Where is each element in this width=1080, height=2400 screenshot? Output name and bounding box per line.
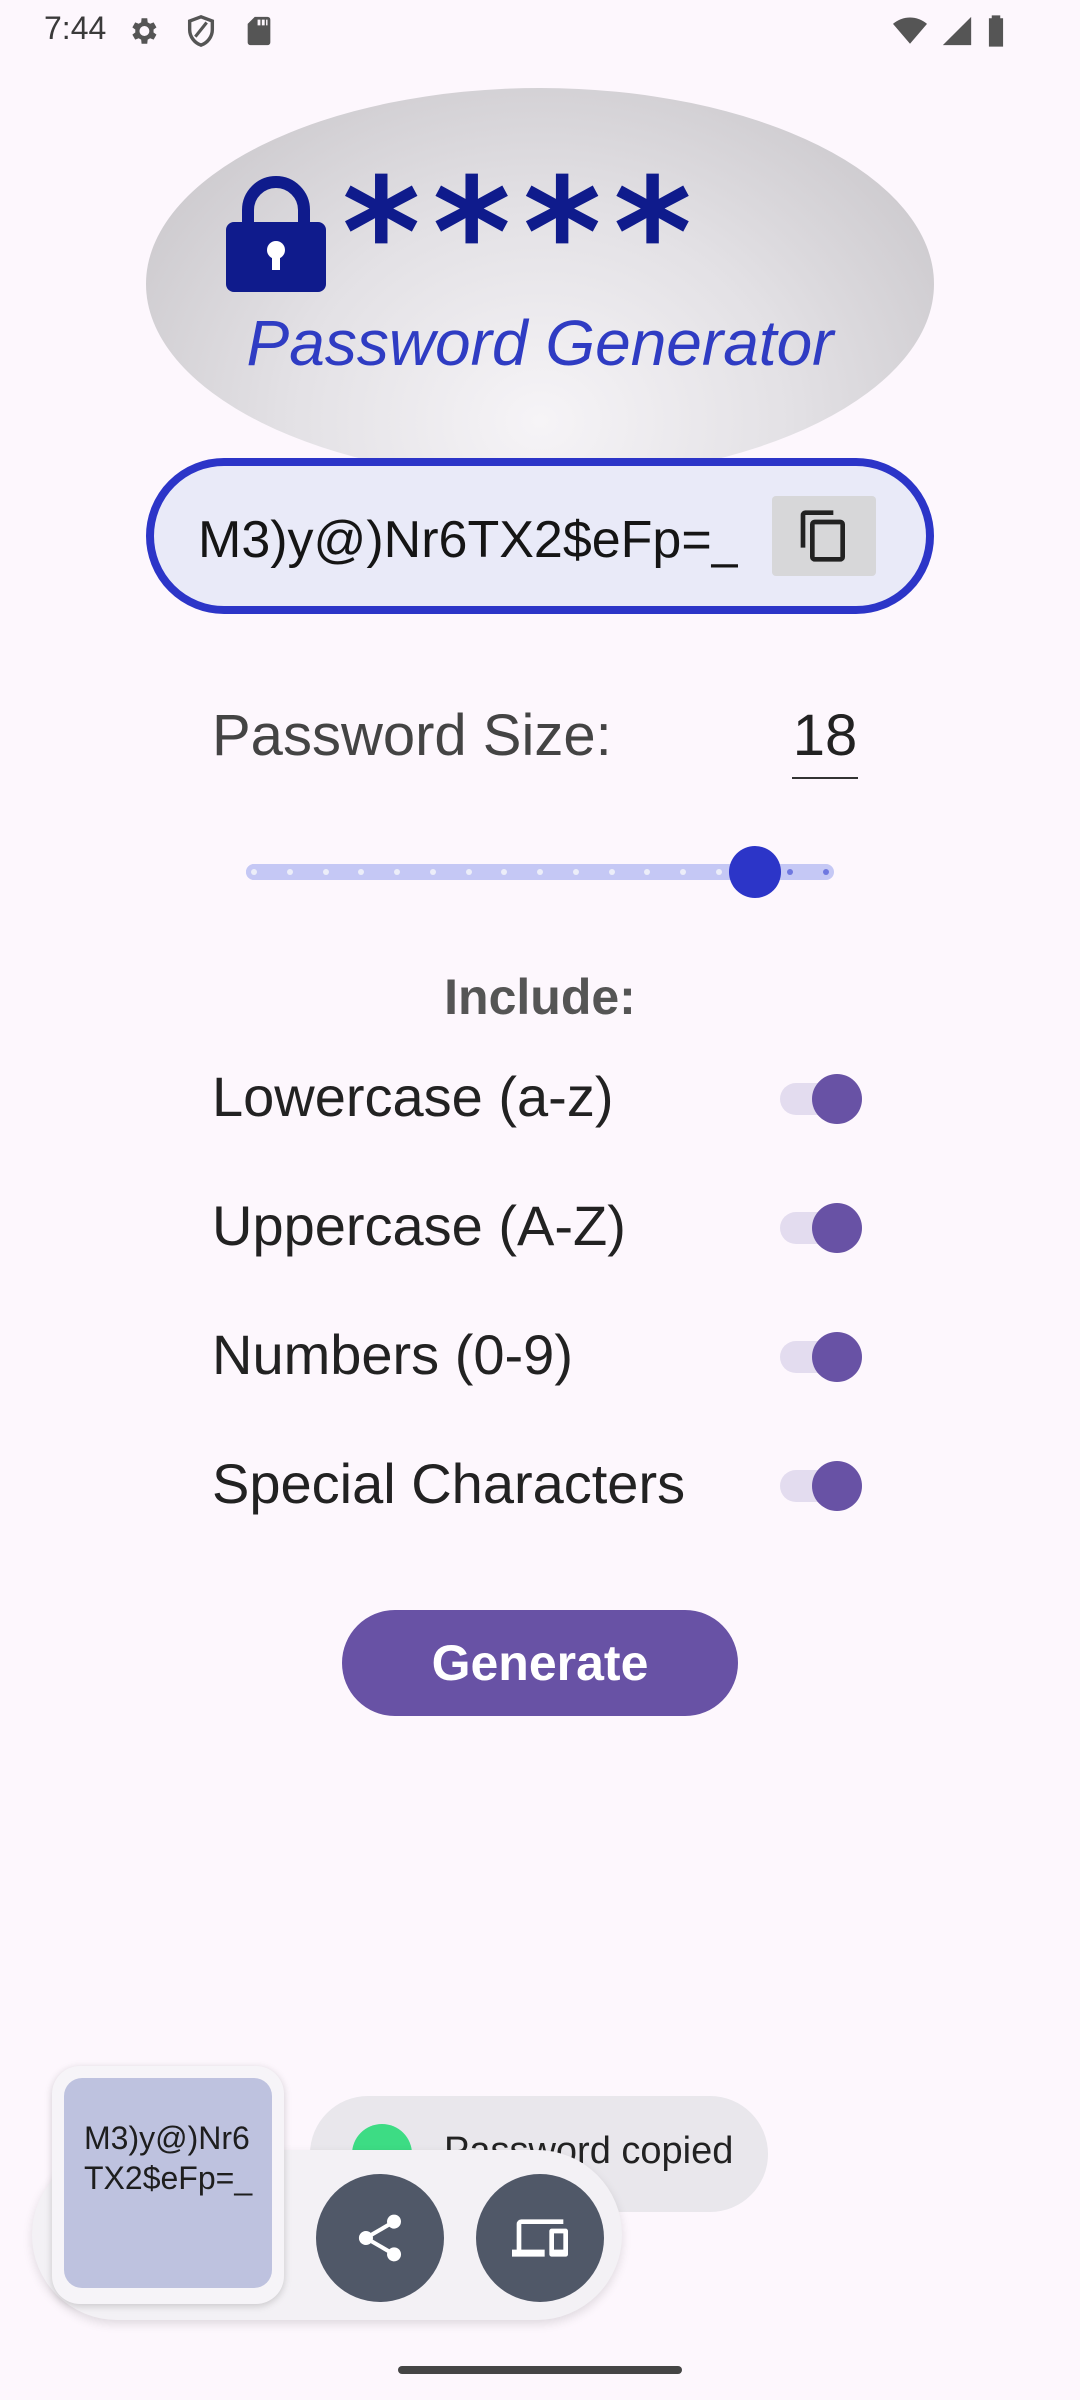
password-field[interactable]: M3)y@)Nr6TX2$eFp=_ — [146, 458, 934, 614]
special-characters-switch[interactable] — [776, 1461, 862, 1511]
nearby-devices-icon — [512, 2219, 568, 2257]
option-numbers[interactable]: Numbers (0-9) — [212, 1316, 862, 1396]
slider-tick — [286, 869, 293, 875]
option-label: Lowercase (a-z) — [212, 1065, 614, 1128]
slider-tick — [429, 869, 436, 875]
clipboard-preview-text: M3)y@)Nr6TX2$eFp=_ — [84, 2120, 253, 2196]
share-icon — [358, 2214, 402, 2262]
lowercase-switch[interactable] — [776, 1074, 862, 1124]
slider-tick — [680, 869, 686, 875]
include-label: Include: — [444, 969, 636, 1025]
slider-tick — [787, 869, 794, 875]
slider-tick — [394, 869, 400, 875]
gesture-nav-handle[interactable] — [398, 2366, 682, 2374]
switch-thumb — [812, 1203, 862, 1253]
option-label: Uppercase (A-Z) — [212, 1194, 626, 1257]
slider-tick — [358, 869, 365, 875]
password-size-input[interactable]: 18 — [792, 702, 858, 779]
option-label: Numbers (0-9) — [212, 1323, 573, 1386]
battery-icon — [984, 14, 1008, 48]
option-lowercase[interactable]: Lowercase (a-z) — [212, 1058, 862, 1138]
slider-tick — [608, 869, 615, 875]
generate-button[interactable]: Generate — [342, 1610, 738, 1716]
slider-tick — [644, 869, 651, 875]
slider-tick — [537, 869, 543, 875]
clipboard-preview-card[interactable]: M3)y@)Nr6TX2$eFp=_ — [52, 2066, 284, 2304]
switch-thumb — [812, 1332, 862, 1382]
slider-tick — [501, 869, 508, 875]
logo-stars: **** — [342, 147, 704, 321]
password-size-label: Password Size: — [212, 703, 612, 768]
slider-thumb[interactable] — [728, 846, 781, 898]
option-label: Special Characters — [212, 1452, 686, 1515]
copy-icon — [800, 510, 845, 562]
status-bar: 7:44 — [0, 0, 1080, 64]
slider-tick — [322, 869, 329, 875]
option-special-characters[interactable]: Special Characters — [212, 1445, 862, 1525]
slider-tick — [251, 869, 257, 875]
password-size-slider[interactable] — [246, 846, 834, 898]
password-value[interactable]: M3)y@)Nr6TX2$eFp=_ — [198, 510, 738, 570]
slider-tick — [572, 869, 579, 875]
settings-icon — [126, 14, 160, 48]
app-logo: **** Password Generator — [146, 88, 934, 480]
slider-tick — [823, 869, 829, 875]
wifi-icon — [890, 14, 930, 48]
share-button[interactable] — [316, 2174, 444, 2302]
logo-title: Password Generator — [246, 307, 834, 379]
switch-thumb — [812, 1074, 862, 1124]
slider-tick — [465, 869, 472, 875]
numbers-switch[interactable] — [776, 1332, 862, 1382]
nearby-devices-button[interactable] — [476, 2174, 604, 2302]
option-uppercase[interactable]: Uppercase (A-Z) — [212, 1187, 862, 1267]
status-time: 7:44 — [44, 10, 107, 46]
sd-card-icon — [242, 14, 276, 48]
uppercase-switch[interactable] — [776, 1203, 862, 1253]
clipboard-preview[interactable]: M3)y@)Nr6TX2$eFp=_ — [64, 2078, 272, 2288]
signal-icon — [940, 14, 974, 48]
slider-tick — [715, 869, 722, 875]
lock-icon — [226, 174, 326, 292]
copy-button[interactable] — [772, 496, 876, 576]
shield-icon — [184, 14, 218, 48]
switch-thumb — [812, 1461, 862, 1511]
